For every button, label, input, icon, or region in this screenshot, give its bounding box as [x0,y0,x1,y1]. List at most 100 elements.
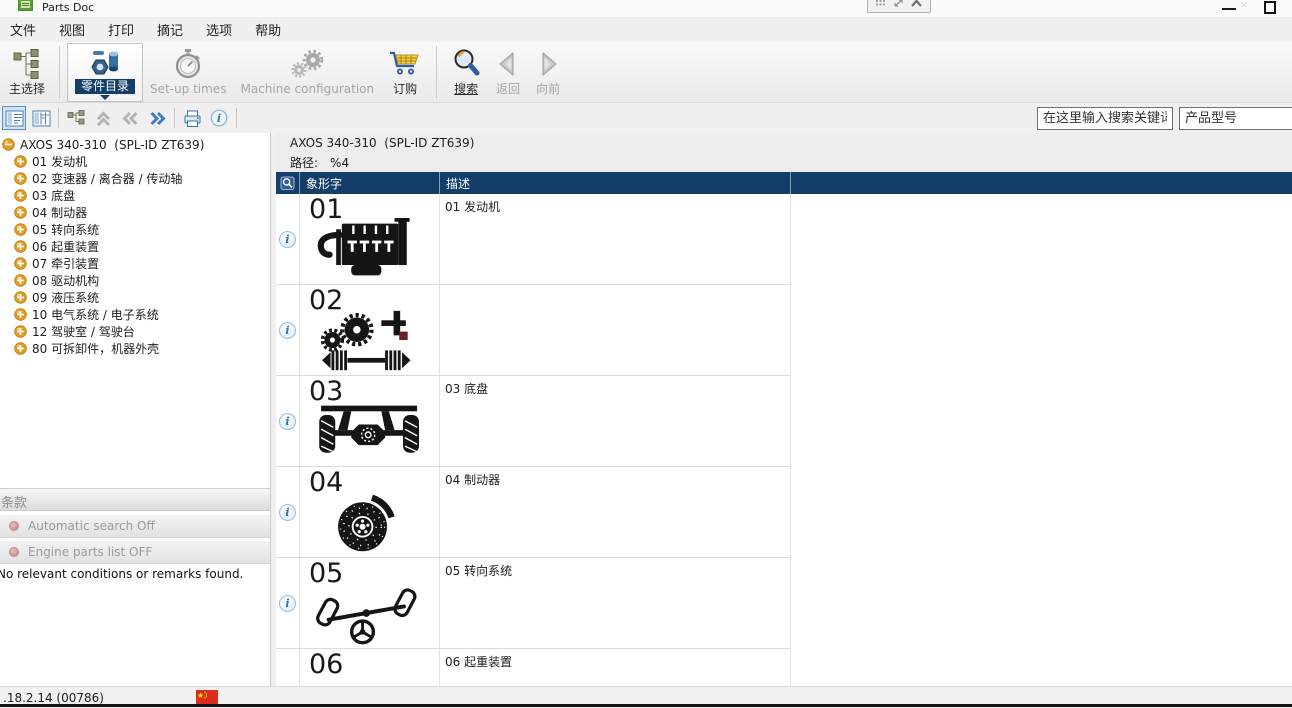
path-row: 路径: %4 [290,154,349,171]
expand-node-icon[interactable] [14,206,27,219]
ribbon-button-order-cart[interactable]: 订购 [381,43,429,102]
tree-item-4[interactable]: 05 转向系统 [0,221,270,238]
info-button[interactable]: i [207,106,231,130]
collapse-all-button[interactable] [91,106,115,130]
expand-node-icon[interactable] [14,155,27,168]
tree-item-3[interactable]: 04 制动器 [0,204,270,221]
description-column-header[interactable]: 描述 [440,172,791,194]
search-column-header[interactable] [276,172,300,194]
tree-item-1[interactable]: 02 变速器 / 离合器 / 传动轴 [0,170,270,187]
tree-item-8[interactable]: 09 液压系统 [0,289,270,306]
statusbar: .18.2.14 (00786) [0,686,1292,708]
tree-item-6[interactable]: 07 牵引装置 [0,255,270,272]
maximize-button[interactable] [1264,1,1276,14]
group-description: 01 发动机 [440,194,791,284]
view-details-button[interactable] [2,106,26,130]
page-forward-button[interactable] [145,106,169,130]
toggle-dot-icon [9,521,19,531]
titlebar: Parts Doc ✕ [0,0,1292,17]
menu-item-3[interactable]: 摘记 [155,18,185,41]
keyword-search-input[interactable] [1037,107,1173,130]
structure-tree-button[interactable] [64,106,88,130]
mini-toolbar: i [2,106,242,130]
forward-icon [535,46,561,82]
minimize-button[interactable] [1222,8,1236,10]
search-icon [451,46,481,82]
tree-item-7[interactable]: 08 驱动机构 [0,272,270,289]
parts-table-row-03[interactable]: i 03 03 底盘 [276,376,791,467]
menubar: 文件 视图 打印 摘记 选项 帮助 [0,17,1292,42]
tree-item-9[interactable]: 10 电气系统 / 电子系统 [0,306,270,323]
expand-node-icon[interactable] [14,291,27,304]
parts-table-row-01[interactable]: i 01 01 发动机 [276,194,791,285]
catalog-tree: AXOS 340-310 (SPL-ID ZT639) 01 发动机 02 变速器 … [0,133,270,357]
resize-diagonal-icon[interactable] [893,0,904,11]
collapse-node-icon[interactable] [2,138,15,151]
condition-toggle-1[interactable]: Engine parts list OFF [0,541,270,564]
grid-icon[interactable] [875,0,886,11]
pictogram-column-header[interactable]: 象形字 [300,172,440,194]
parts-table-row-02[interactable]: i 02 [276,285,791,376]
tree-item-11[interactable]: 80 可拆卸件，机器外壳 [0,340,270,357]
pictogram-hitch-icon [305,673,437,686]
expand-node-icon[interactable] [14,240,27,253]
info-icon[interactable]: i [279,503,296,521]
info-icon[interactable]: i [279,412,296,430]
group-description [440,285,791,375]
order-cart-icon [388,46,422,82]
group-description: 06 起重装置 [440,649,791,686]
parts-table-body: i0101 发动机i02i0303 底盘i0404 制动器i0505 转向系统i… [276,194,1292,686]
expand-node-icon[interactable] [14,325,27,338]
menu-item-2[interactable]: 打印 [106,18,136,41]
version-text: .18.2.14 (00786) [3,691,104,705]
group-description: 05 转向系统 [440,558,791,648]
ribbon-button-setup-times[interactable]: Set-up times [143,43,233,102]
ribbon-button-search[interactable]: 搜索 [444,43,488,102]
ribbon-button-parts-catalog[interactable]: 零件目录 [67,43,144,102]
pictogram-engine-icon [305,218,437,282]
chevron-up-icon[interactable] [910,0,923,11]
expand-node-icon[interactable] [14,223,27,236]
menu-item-4[interactable]: 选项 [204,18,234,41]
ribbon-separator [59,46,61,99]
info-icon[interactable]: i [279,594,296,612]
setup-times-icon [173,46,203,82]
ribbon-button-main-selection[interactable]: 主选择 [2,43,52,102]
condition-toggle-0[interactable]: Automatic search Off [0,515,270,538]
pictogram-steering-icon [305,582,437,646]
expand-node-icon[interactable] [14,308,27,321]
parts-doc-window: Parts Doc ✕ 文件 视图 打印 摘记 选项 帮助 主选择 零件目录 Set-up t… [0,0,1292,708]
expand-node-icon[interactable] [14,257,27,270]
conditions-message: No relevant conditions or remarks found. [0,567,244,581]
main-selection-icon [12,46,42,82]
ribbon-button-back[interactable]: 返回 [488,43,528,102]
expand-node-icon[interactable] [14,172,27,185]
tree-item-5[interactable]: 06 起重装置 [0,238,270,255]
tree-root[interactable]: AXOS 340-310 (SPL-ID ZT639) [0,136,270,153]
tree-item-2[interactable]: 03 底盘 [0,187,270,204]
main-panel: AXOS 340-310 (SPL-ID ZT639) 路径: %4 象形字 描述… [276,133,1292,686]
expand-node-icon[interactable] [14,189,27,202]
expand-node-icon[interactable] [14,274,27,287]
parts-table-row-04[interactable]: i 04 04 制动器 [276,467,791,558]
menu-item-5[interactable]: 帮助 [253,18,283,41]
info-icon[interactable]: i [279,230,296,248]
tree-item-0[interactable]: 01 发动机 [0,153,270,170]
expand-node-icon[interactable] [14,342,27,355]
view-columns-button[interactable] [29,106,53,130]
parts-table-row-06[interactable]: i0606 起重装置 [276,649,791,686]
print-button[interactable] [180,106,204,130]
navigation-panel: AXOS 340-310 (SPL-ID ZT639) 01 发动机 02 变速器 … [0,133,271,686]
menu-item-0[interactable]: 文件 [8,18,38,41]
parts-table-row-05[interactable]: i 05 05 转向系统 [276,558,791,649]
info-icon[interactable]: i [279,321,296,339]
tree-item-10[interactable]: 12 驾驶室 / 驾驶台 [0,323,270,340]
menu-item-1[interactable]: 视图 [57,18,87,41]
product-model-input[interactable] [1179,107,1292,130]
overlay-toolbar [867,0,931,13]
parts-catalog-icon [88,47,122,79]
ribbon-button-forward[interactable]: 向前 [528,43,568,102]
close-ghost-icon: ✕ [1240,1,1248,11]
ribbon-button-machine-config[interactable]: Machine configuration [233,43,381,102]
page-back-button[interactable] [118,106,142,130]
